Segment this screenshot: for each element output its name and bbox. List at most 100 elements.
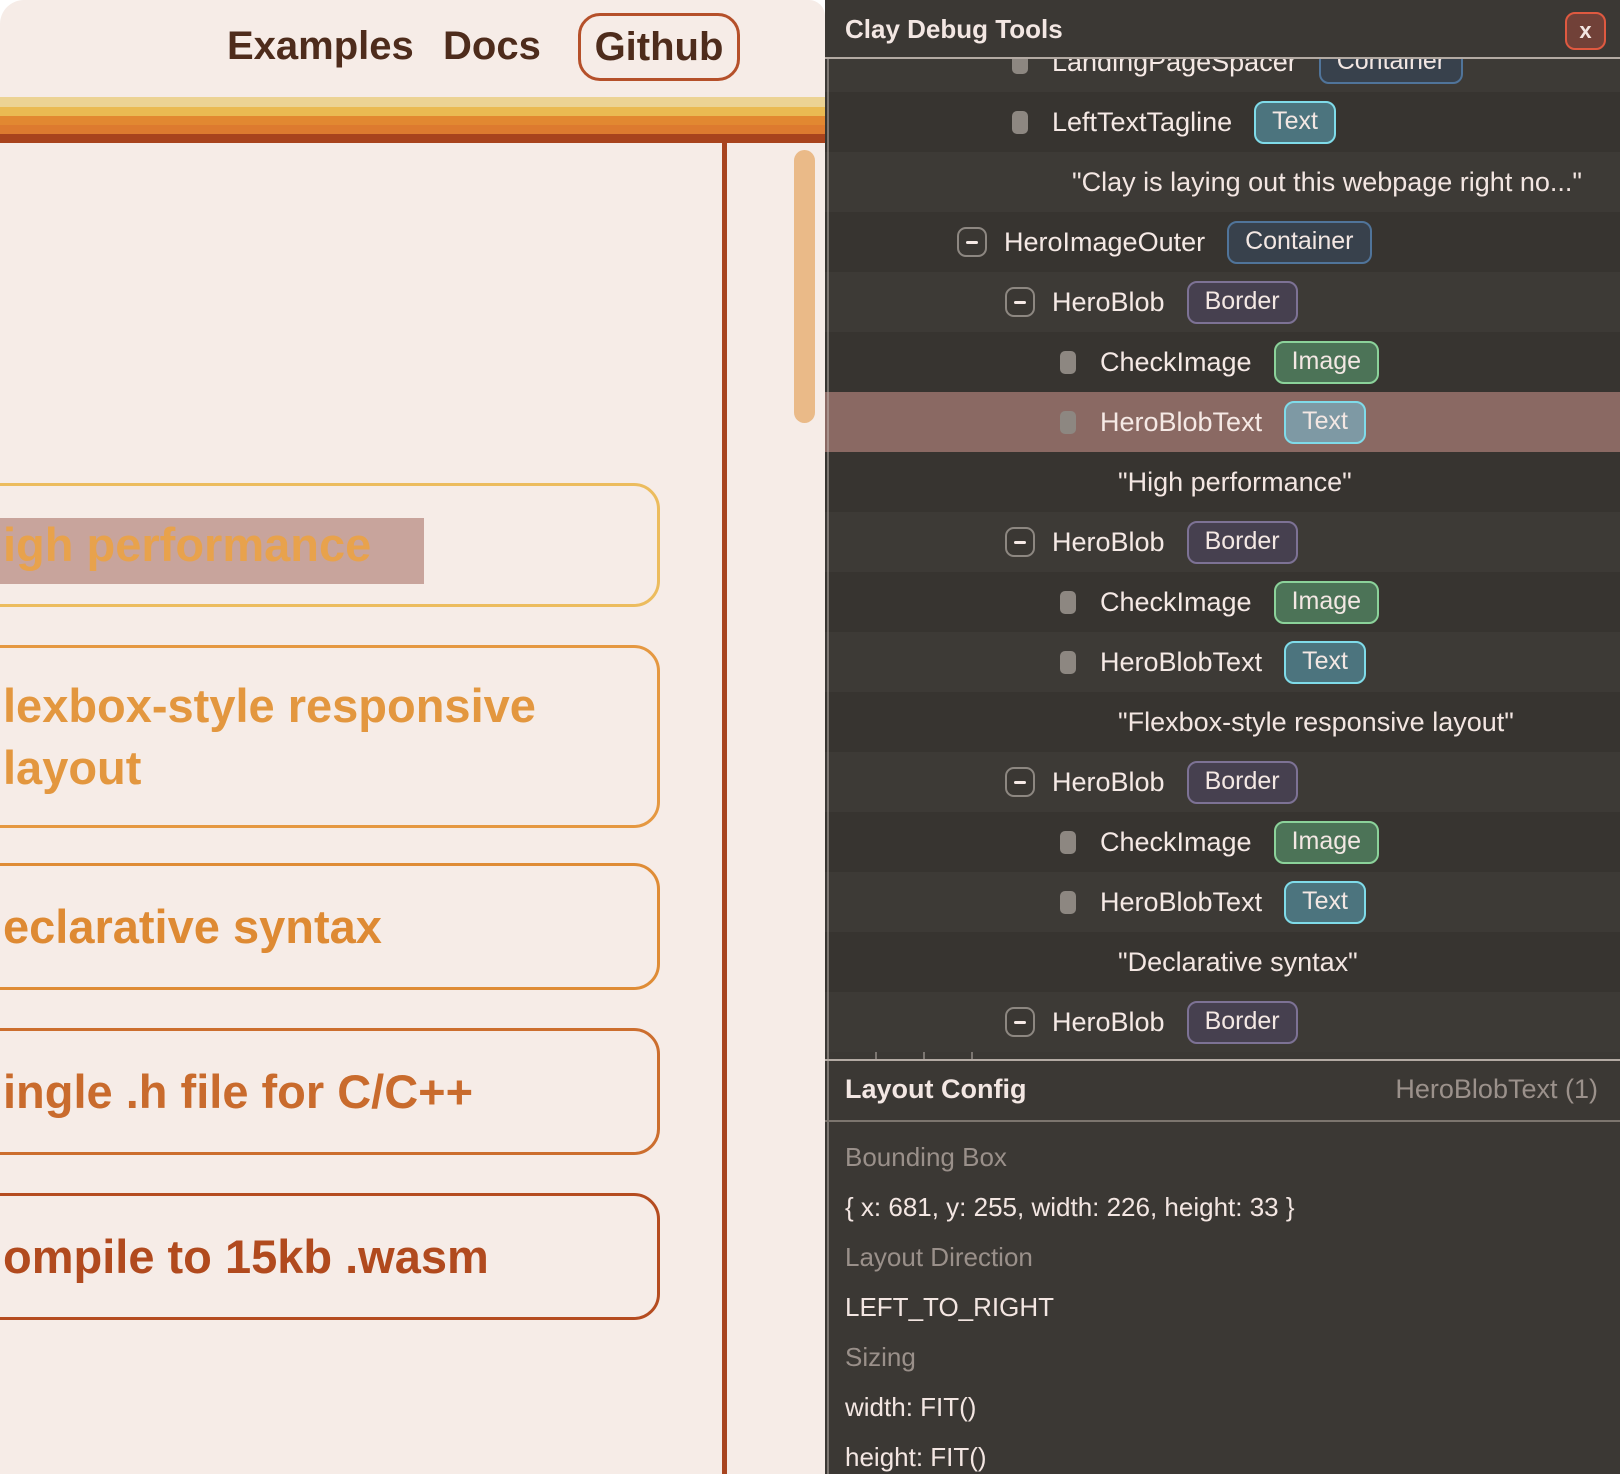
tree-row-landingpagespacer[interactable]: LandingPageSpacer Container [825,59,1620,92]
element-type-badge: Border [1187,521,1298,564]
element-name: HeroBlobText [1100,887,1262,918]
layout-config-selected-element: HeroBlobText (1) [1395,1074,1598,1105]
feature-box: igh performance [0,483,660,607]
element-text-content: "Flexbox-style responsive layout" [1118,707,1514,738]
collapse-toggle[interactable] [1004,1006,1036,1038]
element-text-content: "High performance" [1118,467,1352,498]
layout-config-title: Layout Config [845,1074,1026,1105]
element-type-badge: Image [1274,341,1379,384]
config-field-label: Bounding Box [845,1132,1007,1182]
tree-row-heroblob[interactable]: HeroBlob Border [825,512,1620,572]
element-name: CheckImage [1100,827,1252,858]
tree-row-checkimage[interactable]: CheckImage Image [825,572,1620,632]
tree-row-heroblobtext[interactable]: HeroBlobText Text [825,392,1620,452]
page-vertical-divider [722,143,727,1474]
element-type-badge: Container [1319,59,1463,84]
element-type-badge: Image [1274,581,1379,624]
clay-debug-panel: Clay Debug Tools x LandingPageSpacer Cont… [825,0,1620,1474]
panel-left-guide-line [827,59,829,1474]
tree-row-text-content[interactable]: "Clay is laying out this webpage right n… [825,152,1620,212]
leaf-node-icon [1052,886,1084,918]
stripe-band [0,125,825,134]
tree-row-text-content[interactable]: "Declarative syntax" [825,932,1620,992]
tree-row-heroblob[interactable]: HeroBlobBorder [825,272,1620,332]
element-tree: LandingPageSpacer Container LeftTextTaglin… [825,59,1620,1059]
element-text-content: "Clay is laying out this webpage right n… [1072,167,1582,198]
close-button[interactable]: x [1565,12,1606,50]
leaf-node-icon [1052,406,1084,438]
config-subdivider [825,1120,1620,1122]
webpage: Examples Docs Github igh performance lexb… [0,0,825,1474]
config-field-value: LEFT_TO_RIGHT [845,1282,1054,1332]
feature-box: ingle .h file for C/C++ [0,1028,660,1155]
stripe-band [0,97,825,107]
nav-link-docs[interactable]: Docs [443,24,541,69]
collapse-toggle[interactable] [1004,526,1036,558]
stripe-band [0,116,825,125]
element-type-badge: Text [1284,641,1366,684]
element-name: HeroBlobText [1100,407,1262,438]
feature-box-text: ingle .h file for C/C++ [3,1061,657,1123]
element-text-content: "Declarative syntax" [1118,947,1358,978]
panel-title: Clay Debug Tools [845,14,1063,45]
element-name: HeroBlobText [1100,647,1262,678]
stripe-band [0,134,825,143]
collapse-minus-icon [1005,527,1035,557]
element-name: HeroImageOuter [1004,227,1205,258]
feature-box-text: igh performance [3,514,657,576]
tree-row-heroblob[interactable]: HeroBlob Border [825,752,1620,812]
collapse-minus-icon [1005,1007,1035,1037]
element-name: HeroBlob [1052,1007,1165,1038]
collapse-toggle[interactable] [956,226,988,258]
close-icon: x [1579,18,1591,44]
tree-row-heroblobtext[interactable]: HeroBlobText Text [825,872,1620,932]
config-divider [825,1059,1620,1061]
leaf-node-icon [1052,346,1084,378]
config-field-label: Layout Direction [845,1232,1033,1282]
tree-row-checkimage[interactable]: CheckImage Image [825,332,1620,392]
element-type-badge: Image [1274,821,1379,864]
tree-row-text-content[interactable]: "High performance" [825,452,1620,512]
feature-box-text: eclarative syntax [3,896,657,958]
config-field-value: height: FIT() [845,1432,987,1474]
element-name: LeftTextTagline [1052,107,1232,138]
tree-row-text-content[interactable]: "Flexbox-style responsive layout" [825,692,1620,752]
element-type-badge: Border [1187,1001,1298,1044]
leaf-node-icon [1052,646,1084,678]
leaf-node-icon [1052,826,1084,858]
feature-box: ompile to 15kb .wasm [0,1193,660,1320]
collapse-toggle[interactable] [1004,766,1036,798]
element-name: LandingPageSpacer [1052,59,1297,78]
feature-box-text: ompile to 15kb .wasm [3,1226,657,1288]
element-type-badge: Text [1284,881,1366,924]
tree-row-heroblobtext[interactable]: HeroBlobText Text [825,632,1620,692]
element-name: CheckImage [1100,347,1252,378]
leaf-node-icon [1052,586,1084,618]
collapse-minus-icon [957,227,987,257]
element-name: CheckImage [1100,587,1252,618]
config-field-value: width: FIT() [845,1382,976,1432]
config-field-value: { x: 681, y: 255, width: 226, height: 33… [845,1182,1295,1232]
element-type-badge: Text [1284,401,1366,444]
feature-box-text: lexbox-style responsive layout [3,675,657,799]
element-name: HeroBlob [1052,767,1165,798]
github-button[interactable]: Github [578,13,740,81]
page-scrollbar-thumb[interactable] [794,150,815,423]
feature-box: lexbox-style responsive layout [0,645,660,828]
element-type-badge: Border [1187,761,1298,804]
collapse-toggle[interactable] [1004,286,1036,318]
element-name: HeroBlob [1052,287,1165,318]
config-field-label: Sizing [845,1332,916,1382]
stripe-band [0,107,825,116]
tree-row-heroblob[interactable]: HeroBlob Border [825,992,1620,1052]
tree-row-heroimageouter[interactable]: HeroImageOuterContainer [825,212,1620,272]
leaf-node-icon [1004,106,1036,138]
collapse-minus-icon [1005,287,1035,317]
element-type-badge: Text [1254,101,1336,144]
tree-row-checkimage[interactable]: CheckImage Image [825,812,1620,872]
element-name: HeroBlob [1052,527,1165,558]
nav-link-examples[interactable]: Examples [227,24,414,69]
screenshot-root: Examples Docs Github igh performance lexb… [0,0,1620,1474]
tree-row-lefttexttagline[interactable]: LeftTextTagline Text [825,92,1620,152]
github-button-label: Github [595,25,724,70]
